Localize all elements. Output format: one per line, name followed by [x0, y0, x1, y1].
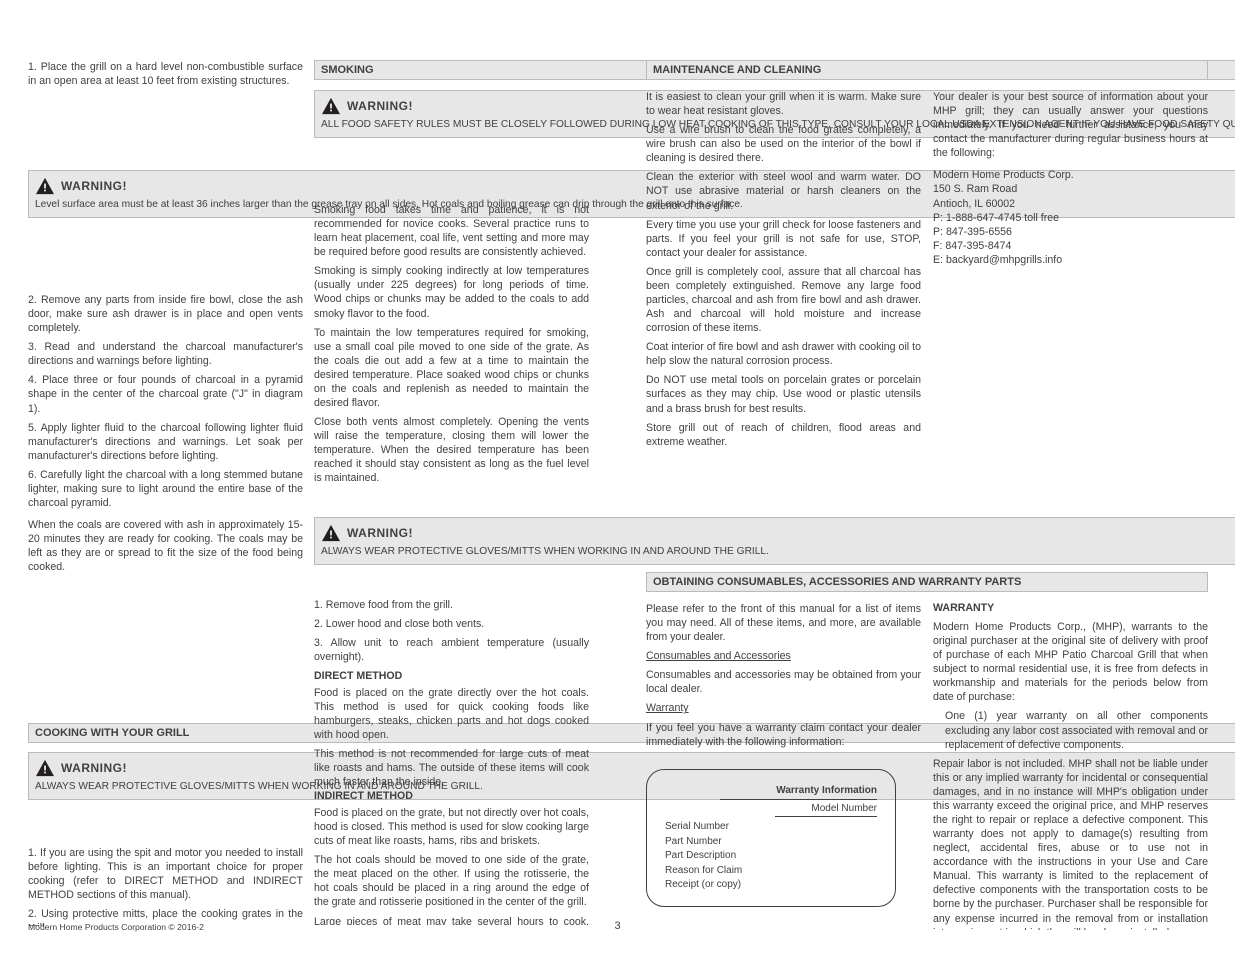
warning-icon: [321, 97, 341, 115]
col4-warranty-section: WARRANTY Modern Home Products Corp., (MH…: [933, 602, 1208, 930]
col2-smoking-body: Smoking food takes time and patience, it…: [314, 203, 589, 490]
warranty-info-card: Warranty Information Model Number Serial…: [646, 769, 896, 907]
indirect-header: INDIRECT METHOD: [314, 790, 589, 802]
warning-icon: [35, 759, 55, 777]
direct-method-section: DIRECT METHOD Food is placed on the grat…: [314, 670, 589, 795]
maintenance-header-bar: MAINTENANCE AND CLEANING: [646, 60, 1208, 80]
col1-steps-2-6: 2. Remove any parts from inside fire bow…: [28, 293, 303, 579]
col3-maintenance-body: It is easiest to clean your grill when i…: [646, 90, 921, 454]
warn-title: WARNING!: [347, 99, 413, 113]
page-number: 3: [614, 920, 620, 932]
indirect-method-section: INDIRECT METHOD Food is placed on the gr…: [314, 790, 589, 925]
warn-title: WARNING!: [347, 526, 413, 540]
warranty-header: WARRANTY: [933, 602, 1208, 614]
footer-copyright: Modern Home Products Corporation © 2016-…: [28, 922, 204, 932]
col1-top: 1. Place the grill on a hard level non-c…: [28, 60, 303, 93]
col1-cook-steps: 1. If you are using the spit and motor y…: [28, 846, 303, 926]
warning-icon: [35, 177, 55, 195]
col1-step1: 1. Place the grill on a hard level non-c…: [28, 60, 303, 88]
col4-contact: Your dealer is your best source of infor…: [933, 90, 1208, 272]
warn-title: WARNING!: [61, 761, 127, 775]
direct-header: DIRECT METHOD: [314, 670, 589, 682]
col3-obtaining-body: Please refer to the front of this manual…: [646, 602, 921, 754]
warn-body: ALWAYS WEAR PROTECTIVE GLOVES/MITTS WHEN…: [321, 545, 1235, 558]
col2-extinguish-steps: 1. Remove food from the grill. 2. Lower …: [314, 598, 589, 669]
warn-title: WARNING!: [61, 179, 127, 193]
obtaining-header-bar: OBTAINING CONSUMABLES, ACCESSORIES AND W…: [646, 572, 1208, 592]
warning-icon: [321, 524, 341, 542]
warning-box-extinguish: WARNING! ALWAYS WEAR PROTECTIVE GLOVES/M…: [314, 517, 1235, 565]
